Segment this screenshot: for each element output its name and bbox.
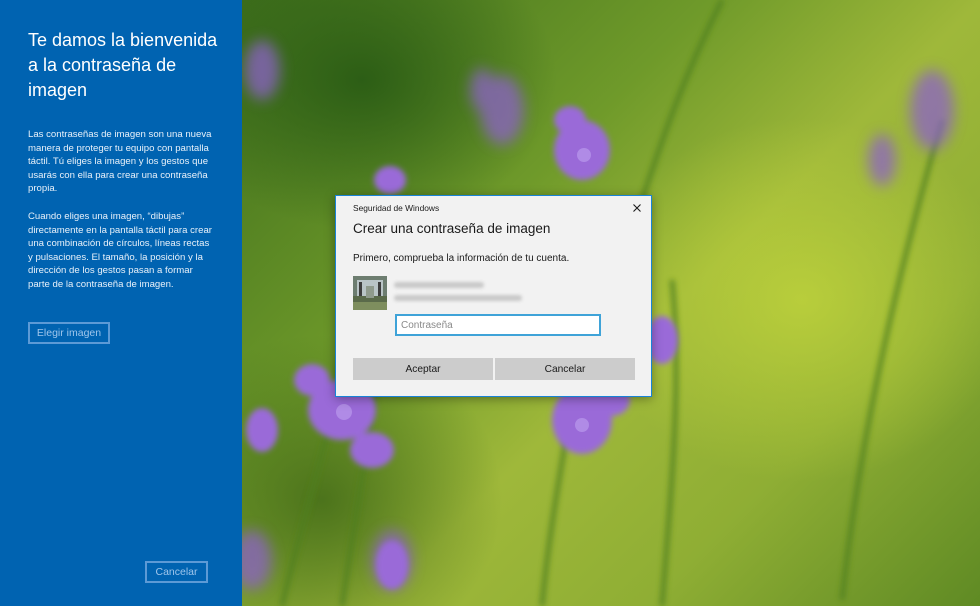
avatar-picture bbox=[353, 276, 387, 310]
account-name-redacted bbox=[394, 282, 484, 288]
dialog-caption: Seguridad de Windows bbox=[353, 203, 440, 213]
picture-password-sidebar: Te damos la bienvenida a la contraseña d… bbox=[0, 0, 242, 606]
sidebar-description-2: Cuando eliges una imagen, “dibujas” dire… bbox=[28, 211, 212, 290]
account-avatar bbox=[353, 276, 387, 310]
windows-security-dialog: Seguridad de Windows Crear una contraseñ… bbox=[335, 195, 652, 397]
cancel-button[interactable]: Cancelar bbox=[495, 358, 635, 380]
close-icon-glyph bbox=[633, 204, 641, 212]
choose-image-button[interactable]: Elegir imagen bbox=[28, 322, 110, 344]
picture-password-screen: Te damos la bienvenida a la contraseña d… bbox=[0, 0, 980, 606]
sidebar-cancel-button[interactable]: Cancelar bbox=[145, 561, 208, 583]
sidebar-title: Te damos la bienvenida a la contraseña d… bbox=[28, 30, 218, 100]
close-icon[interactable] bbox=[629, 200, 645, 216]
dialog-title: Crear una contraseña de imagen bbox=[353, 221, 551, 236]
sidebar-description-1: Las contraseñas de imagen son una nueva … bbox=[28, 129, 212, 195]
account-email-redacted bbox=[394, 295, 522, 301]
accept-button[interactable]: Aceptar bbox=[353, 358, 493, 380]
dialog-instruction: Primero, comprueba la información de tu … bbox=[353, 253, 570, 264]
password-input[interactable] bbox=[395, 314, 601, 336]
